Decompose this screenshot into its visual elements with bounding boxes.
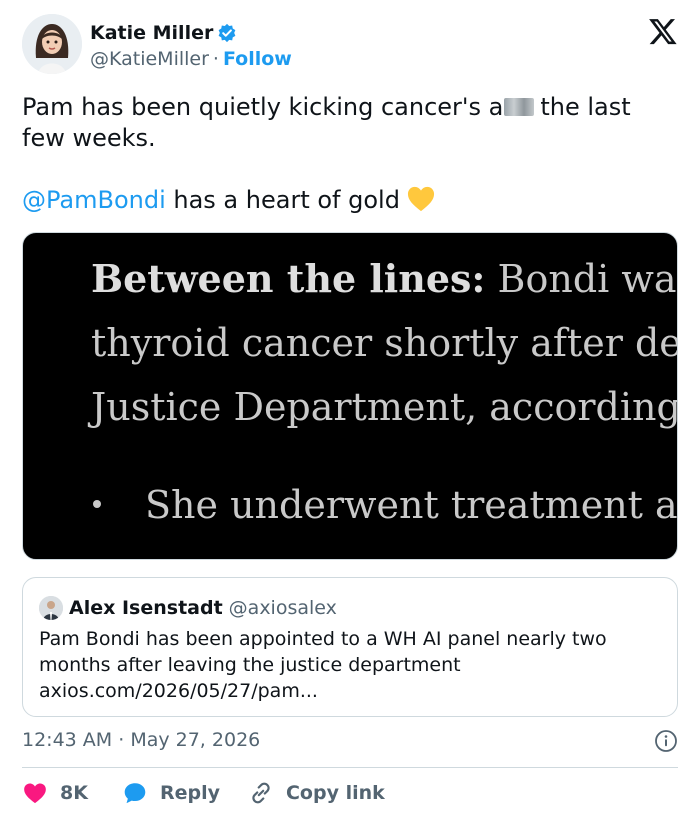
quoted-tweet-card[interactable]: Alex Isenstadt @axiosalex Pam Bondi has …	[22, 577, 678, 717]
tweet-line-3-rest: has a heart of gold	[165, 186, 400, 214]
media-bullet-text: She underwent treatment and	[145, 483, 678, 527]
media-bold-lead: Between the lines:	[91, 256, 486, 301]
media-article-text: Between the lines: Bondi was di thyroid …	[91, 247, 678, 439]
copy-link-label: Copy link	[285, 782, 385, 804]
censored-word	[504, 98, 535, 116]
tweet-time: 12:43 AM	[22, 729, 113, 751]
tweet-text-before-censor: Pam has been quietly kicking cancer's a	[22, 93, 504, 121]
quoted-tweet-body: Pam Bondi has been appointed to a WH AI …	[39, 626, 659, 704]
author-handle-row: @KatieMiller · Follow	[90, 48, 292, 70]
info-icon[interactable]	[654, 729, 678, 753]
tweet-line-3: @PamBondi has a heart of gold	[22, 185, 678, 216]
author-display-name[interactable]: Katie Miller	[90, 22, 213, 44]
reply-button[interactable]: Reply	[122, 780, 220, 806]
tweet-header: Katie Miller @KatieMiller · Follow	[22, 14, 682, 80]
bullet-dot	[93, 500, 101, 508]
mention-link[interactable]: @PamBondi	[22, 186, 166, 214]
media-line-2: thyroid cancer shortly after depa	[91, 321, 678, 365]
like-button[interactable]: 8K	[22, 780, 88, 806]
author-handle[interactable]: @KatieMiller	[90, 48, 209, 70]
quoted-author-handle: @axiosalex	[228, 597, 337, 619]
handle-separator: ·	[212, 48, 219, 70]
author-name-row: Katie Miller	[90, 22, 237, 44]
x-logo-icon[interactable]	[648, 16, 678, 46]
quoted-body-line-2: months after leaving the justice departm…	[39, 654, 461, 676]
tweet-text-after-censor: the last	[540, 93, 631, 121]
timestamp-separator: ·	[112, 729, 131, 751]
link-icon	[252, 782, 270, 804]
quoted-tweet-header: Alex Isenstadt @axiosalex	[39, 596, 337, 620]
heart-icon	[24, 783, 46, 804]
tweet-media-image[interactable]: Between the lines: Bondi was di thyroid …	[22, 232, 678, 560]
media-line-1-rest: Bondi was di	[497, 257, 677, 301]
quoted-body-line-1: Pam Bondi has been appointed to a WH AI …	[39, 628, 607, 650]
quoted-link[interactable]: axios.com/2026/05/27/pam...	[39, 678, 659, 704]
follow-button[interactable]: Follow	[223, 48, 292, 70]
tweet-actions: 8K Reply Copy link	[22, 779, 385, 807]
tweet-date: May 27, 2026	[130, 729, 261, 751]
tweet-text: Pam has been quietly kicking cancer's a t…	[22, 92, 678, 216]
quoted-author-name: Alex Isenstadt	[69, 597, 223, 619]
media-line-3: Justice Department, according to	[91, 385, 678, 429]
like-count: 8K	[60, 782, 88, 804]
media-line-1: Between the lines: Bondi was di	[91, 247, 677, 311]
author-avatar[interactable]	[22, 14, 82, 74]
actions-divider	[22, 767, 678, 768]
tweet-line-2: few weeks.	[22, 124, 156, 152]
quoted-author-avatar[interactable]	[39, 596, 63, 620]
reply-label: Reply	[159, 782, 220, 804]
copy-link-button[interactable]: Copy link	[248, 780, 385, 806]
verified-badge-icon	[217, 23, 237, 43]
tweet-line-1: Pam has been quietly kicking cancer's a t…	[22, 92, 678, 123]
yellow-heart-icon	[406, 185, 436, 213]
reply-bubble-icon	[124, 783, 146, 804]
tweet-timestamp[interactable]: 12:43 AM · May 27, 2026	[22, 729, 678, 755]
media-bullet-line: She underwent treatment and	[93, 483, 678, 527]
